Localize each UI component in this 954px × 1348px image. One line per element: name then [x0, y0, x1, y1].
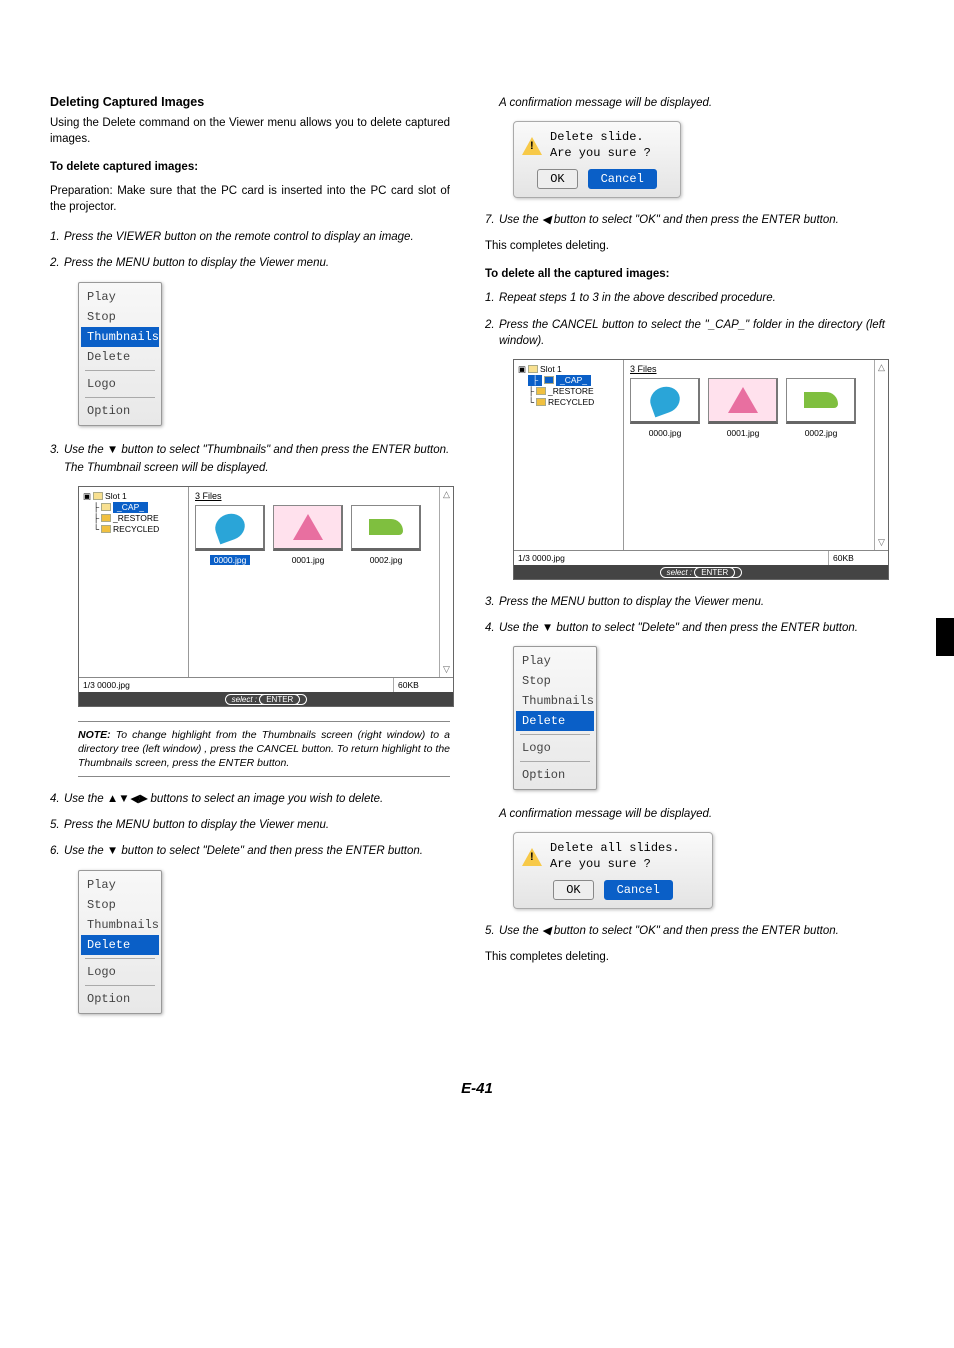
menu-option[interactable]: Option: [81, 401, 159, 421]
thumbnail-screen: ▣ Slot 1 ├_CAP_ ├_RESTORE └RECYCLED 3 Fi…: [513, 359, 889, 580]
image-icon: [804, 392, 838, 408]
scroll-up-icon[interactable]: △: [443, 489, 450, 500]
step-4: 4.Use the ▲▼◀▶ buttons to select an imag…: [50, 791, 450, 807]
folder-icon: [101, 514, 111, 522]
step-3b: 3.Press the MENU button to display the V…: [485, 594, 885, 610]
note-box: NOTE: To change highlight from the Thumb…: [78, 721, 450, 778]
status-bar: 1/3 0000.jpg60KB: [514, 550, 888, 565]
menu-logo[interactable]: Logo: [516, 738, 594, 758]
menu-play[interactable]: Play: [516, 651, 594, 671]
step-2b: 2.Press the CANCEL button to select the …: [485, 317, 885, 349]
subheading-delete: To delete captured images:: [50, 161, 450, 173]
warning-icon: [522, 848, 542, 866]
menu-play[interactable]: Play: [81, 875, 159, 895]
thumb-item[interactable]: 0000.jpg: [630, 378, 700, 438]
thumb-item[interactable]: 0002.jpg: [786, 378, 856, 438]
file-count: 3 Files: [630, 364, 868, 374]
menu-play[interactable]: Play: [81, 287, 159, 307]
step-1b: 1.Repeat steps 1 to 3 in the above descr…: [485, 290, 885, 306]
cancel-button[interactable]: Cancel: [588, 169, 657, 189]
folder-icon: [536, 387, 546, 395]
menu-stop[interactable]: Stop: [516, 671, 594, 691]
scroll-up-icon[interactable]: △: [878, 362, 885, 373]
viewer-menu: Play Stop Thumbnails Delete Logo Option: [513, 646, 597, 790]
menu-delete[interactable]: Delete: [81, 347, 159, 367]
status-bar: 1/3 0000.jpg60KB: [79, 677, 453, 692]
cancel-button[interactable]: Cancel: [604, 880, 673, 900]
scroll-down-icon[interactable]: ▽: [443, 664, 450, 675]
delete-all-dialog: Delete all slides.Are you sure ? OK Canc…: [513, 832, 713, 909]
page-edge-tab: [936, 618, 954, 656]
scrollbar[interactable]: △▽: [874, 360, 888, 550]
step-3: 3.Use the ▼ button to select "Thumbnails…: [50, 442, 450, 458]
step-2: 2.Press the MENU button to display the V…: [50, 255, 450, 271]
thumbnail-screen: ▣ Slot 1 ├_CAP_ ├_RESTORE └RECYCLED 3 Fi…: [78, 486, 454, 707]
section-title: Deleting Captured Images: [50, 95, 450, 109]
folder-icon: [544, 376, 554, 384]
step-6: 6.Use the ▼ button to select "Delete" an…: [50, 843, 450, 859]
intro-text: Using the Delete command on the Viewer m…: [50, 115, 450, 147]
folder-icon: [101, 525, 111, 533]
dialog-line2: Are you sure ?: [550, 146, 651, 162]
step-4b: 4.Use the ▼ button to select "Delete" an…: [485, 620, 885, 636]
menu-logo[interactable]: Logo: [81, 962, 159, 982]
image-icon: [646, 382, 683, 417]
thumb-item[interactable]: 0001.jpg: [273, 505, 343, 565]
hint-text: select : ENTER: [660, 567, 743, 578]
image-icon: [293, 514, 323, 540]
complete-text: This completes deleting.: [485, 238, 885, 254]
image-icon: [728, 387, 758, 413]
card-icon: [93, 492, 103, 500]
dialog-line1: Delete slide.: [550, 130, 651, 146]
menu-stop[interactable]: Stop: [81, 307, 159, 327]
ok-button[interactable]: OK: [537, 169, 577, 189]
thumb-item[interactable]: 0001.jpg: [708, 378, 778, 438]
thumb-item[interactable]: 0000.jpg: [195, 505, 265, 565]
subheading-delete-all: To delete all the captured images:: [485, 268, 885, 280]
thumb-item[interactable]: 0002.jpg: [351, 505, 421, 565]
confirm-line: A confirmation message will be displayed…: [499, 95, 885, 111]
viewer-menu: Play Stop Thumbnails Delete Logo Option: [78, 282, 162, 426]
menu-option[interactable]: Option: [516, 765, 594, 785]
hint-bar: select : ENTER: [79, 692, 453, 706]
delete-slide-dialog: Delete slide.Are you sure ? OK Cancel: [513, 121, 681, 198]
step-5: 5.Press the MENU button to display the V…: [50, 817, 450, 833]
folder-icon: [536, 398, 546, 406]
menu-option[interactable]: Option: [81, 989, 159, 1009]
step-3-sub: The Thumbnail screen will be displayed.: [64, 460, 450, 476]
thumbnail-grid[interactable]: 3 Files 0000.jpg 0001.jpg 0002.jpg: [624, 360, 874, 550]
menu-thumbnails[interactable]: Thumbnails: [81, 327, 159, 347]
image-icon: [211, 509, 248, 544]
confirm-line: A confirmation message will be displayed…: [499, 806, 885, 822]
file-count: 3 Files: [195, 491, 433, 501]
folder-tree[interactable]: ▣ Slot 1 ├_CAP_ ├_RESTORE └RECYCLED: [79, 487, 189, 677]
menu-stop[interactable]: Stop: [81, 895, 159, 915]
step-5b: 5.Use the ◀ button to select "OK" and th…: [485, 923, 885, 939]
complete-text: This completes deleting.: [485, 949, 885, 965]
image-icon: [369, 519, 403, 535]
dialog-line2: Are you sure ?: [550, 857, 680, 873]
menu-logo[interactable]: Logo: [81, 374, 159, 394]
scroll-down-icon[interactable]: ▽: [878, 537, 885, 548]
preparation-text: Preparation: Make sure that the PC card …: [50, 183, 450, 215]
thumbnail-grid[interactable]: 3 Files 0000.jpg 0001.jpg 0002.jpg: [189, 487, 439, 677]
menu-thumbnails[interactable]: Thumbnails: [516, 691, 594, 711]
page-number: E-41: [0, 1070, 954, 1117]
warning-icon: [522, 137, 542, 155]
ok-button[interactable]: OK: [553, 880, 593, 900]
hint-text: select : ENTER: [225, 694, 308, 705]
menu-thumbnails[interactable]: Thumbnails: [81, 915, 159, 935]
step-1: 1.Press the VIEWER button on the remote …: [50, 229, 450, 245]
viewer-menu: Play Stop Thumbnails Delete Logo Option: [78, 870, 162, 1014]
scrollbar[interactable]: △▽: [439, 487, 453, 677]
menu-delete[interactable]: Delete: [81, 935, 159, 955]
hint-bar: select : ENTER: [514, 565, 888, 579]
folder-tree[interactable]: ▣ Slot 1 ├_CAP_ ├_RESTORE └RECYCLED: [514, 360, 624, 550]
dialog-line1: Delete all slides.: [550, 841, 680, 857]
folder-icon: [101, 503, 111, 511]
step-7: 7.Use the ◀ button to select "OK" and th…: [485, 212, 885, 228]
menu-delete[interactable]: Delete: [516, 711, 594, 731]
card-icon: [528, 365, 538, 373]
